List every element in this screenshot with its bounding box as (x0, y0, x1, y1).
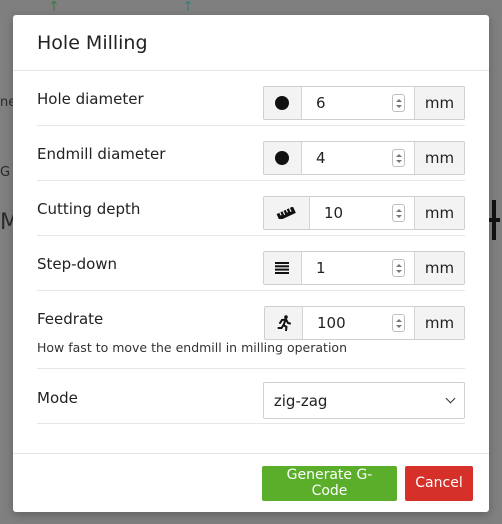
step-down-input[interactable]: 1 (302, 252, 414, 284)
number-spinner[interactable] (392, 94, 405, 112)
mode-label: Mode (37, 389, 78, 407)
generate-gcode-button[interactable]: Generate G-Code (262, 465, 397, 501)
number-spinner[interactable] (392, 314, 405, 332)
field-label: Feedrate (37, 310, 104, 328)
unit-label: mm (414, 307, 464, 339)
feedrate-input[interactable]: 100 (303, 307, 414, 339)
mode-select[interactable]: zig-zag (262, 382, 465, 419)
field-row-cutting-depth: Cutting depth 10 mm (37, 181, 465, 236)
field-help-text: How fast to move the endmill in milling … (37, 340, 347, 355)
endmill-diameter-input[interactable]: 4 (302, 142, 414, 174)
unit-label: mm (414, 87, 464, 119)
circle-icon (263, 87, 302, 119)
dialog-body: Hole diameter 6 mm Endmill diameter 4 mm (13, 71, 489, 424)
field-row-endmill-diameter: Endmill diameter 4 mm (37, 126, 465, 181)
field-label: Hole diameter (37, 90, 144, 108)
unit-label: mm (414, 252, 464, 284)
layers-icon (263, 252, 302, 284)
cutting-depth-input[interactable]: 10 (310, 197, 414, 229)
unit-label: mm (414, 142, 464, 174)
feedrate-label-group: Feedrate How fast to move the endmill in… (37, 310, 347, 355)
background-plus-icon (488, 200, 500, 240)
field-value: 4 (315, 149, 326, 167)
field-label: Step-down (37, 255, 118, 273)
field-row-feedrate: Feedrate How fast to move the endmill in… (37, 291, 465, 369)
cancel-button[interactable]: Cancel (405, 465, 473, 501)
number-spinner[interactable] (392, 204, 405, 222)
running-person-icon (265, 307, 303, 339)
cutting-depth-input-group: 10 mm (262, 196, 465, 230)
field-label: Endmill diameter (37, 145, 166, 163)
step-down-input-group: 1 mm (262, 251, 465, 285)
field-value: 100 (317, 314, 346, 332)
field-value: 6 (315, 94, 326, 112)
feedrate-input-group: 100 mm (264, 306, 465, 340)
field-row-step-down: Step-down 1 mm (37, 236, 465, 291)
number-spinner[interactable] (392, 149, 405, 167)
background-arrow-icon: ↑ (182, 0, 194, 15)
dialog-footer: Generate G-Code Cancel (13, 453, 489, 512)
field-label: Cutting depth (37, 200, 141, 218)
number-spinner[interactable] (392, 259, 405, 277)
circle-icon (263, 142, 302, 174)
field-row-mode: Mode zig-zag (37, 369, 465, 424)
field-value: 1 (315, 259, 326, 277)
endmill-diameter-input-group: 4 mm (262, 141, 465, 175)
unit-label: mm (414, 197, 464, 229)
field-value: 10 (323, 204, 344, 222)
dialog-title: Hole Milling (37, 31, 148, 54)
hole-diameter-input-group: 6 mm (262, 86, 465, 120)
background-arrow-icon: ↑ (48, 0, 60, 15)
chevron-down-icon (445, 393, 456, 404)
background-toolbar (0, 0, 502, 14)
field-row-hole-diameter: Hole diameter 6 mm (37, 71, 465, 126)
dialog-header: Hole Milling (13, 15, 489, 71)
hole-diameter-input[interactable]: 6 (302, 87, 414, 119)
hole-milling-dialog: Hole Milling Hole diameter 6 mm Endmill … (13, 15, 489, 512)
ruler-icon (263, 197, 310, 229)
mode-selected-value: zig-zag (273, 391, 328, 410)
background-fragment: G (0, 165, 11, 180)
